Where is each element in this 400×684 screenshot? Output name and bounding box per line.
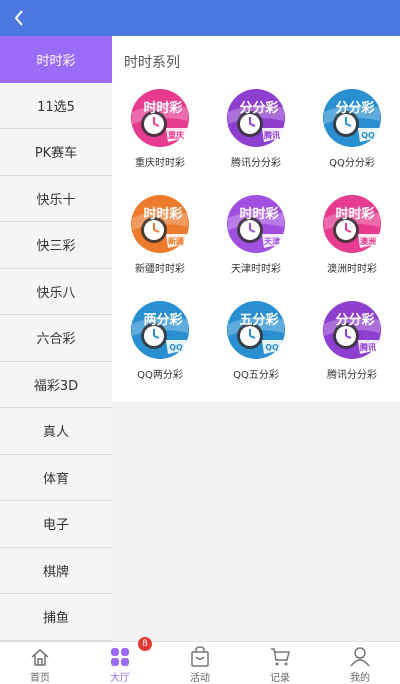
game-label: 新疆时时彩 [135, 264, 185, 275]
sidebar-item[interactable]: 棋牌 [0, 547, 112, 594]
icon-tag: 重庆 [168, 130, 184, 140]
bottom-tab-bar: 首页 大厅 活动 记录 我的 [0, 641, 400, 684]
lottery-clock-icon: 时时彩天津 [227, 195, 285, 253]
tab-label: 记录 [270, 673, 290, 684]
tab-label: 活动 [190, 673, 210, 684]
lottery-clock-icon: 五分彩 QQ [227, 301, 285, 359]
notification-badge: 8 [138, 637, 152, 651]
lottery-clock-icon: 两分彩 QQ [131, 301, 189, 359]
icon-title: 两分彩 [143, 312, 182, 328]
sidebar-item[interactable]: 六合彩 [0, 315, 112, 362]
game-label: QQ两分彩 [137, 370, 183, 381]
sidebar-item[interactable]: 时时彩 [0, 36, 112, 83]
lottery-clock-icon: 分分彩腾讯 [227, 89, 285, 147]
game-label: 天津时时彩 [231, 264, 281, 275]
tab-item[interactable]: 我的 [320, 642, 400, 684]
sidebar-item[interactable]: 福彩3D [0, 361, 112, 408]
game-panel: 时时系列 时时彩 重庆 重庆时时彩 分分彩 腾讯 腾讯分分彩 分分彩 QQ QQ分分彩 时时彩 新疆… [112, 36, 400, 402]
sidebar-item[interactable]: 电子 [0, 501, 112, 548]
grid-icon [111, 648, 129, 666]
top-bar [0, 0, 400, 36]
game-label: 腾讯分分彩 [231, 158, 281, 169]
game-tile[interactable]: 五分彩 QQ QQ五分彩 [208, 288, 304, 388]
icon-title: 五分彩 [239, 312, 278, 328]
icon-tag: 澳洲 [360, 236, 376, 246]
icon-title: 时时彩 [239, 206, 278, 222]
icon-tag: 新疆 [168, 236, 184, 246]
bag-icon [191, 646, 209, 667]
user-icon [350, 647, 370, 667]
icon-tag: 天津 [264, 236, 280, 246]
tab-item[interactable]: 记录 [240, 642, 320, 684]
game-label: QQ分分彩 [329, 158, 375, 169]
tab-item[interactable]: 活动 [160, 642, 240, 684]
lottery-clock-icon: 分分彩 QQ [323, 89, 381, 147]
cart-icon [271, 648, 290, 666]
tab-label: 大厅 [110, 673, 130, 684]
sidebar-item[interactable]: 真人 [0, 408, 112, 455]
tab-label: 首页 [30, 673, 50, 684]
icon-tag: QQ [169, 343, 183, 352]
icon-tag: QQ [361, 131, 375, 140]
icon-title: 时时彩 [143, 206, 182, 222]
home-icon [31, 649, 49, 666]
sidebar-item[interactable]: 11选5 [0, 82, 112, 129]
sidebar-item[interactable]: 快乐八 [0, 268, 112, 315]
sidebar-item[interactable]: PK赛车 [0, 129, 112, 176]
section-title: 时时系列 [124, 55, 180, 71]
game-tile[interactable]: 两分彩 QQ QQ两分彩 [112, 288, 208, 388]
game-tile[interactable]: 时时彩 新疆 新疆时时彩 [112, 182, 208, 282]
game-label: 澳洲时时彩 [327, 264, 377, 275]
game-label: 重庆时时彩 [135, 158, 185, 169]
icon-tag: QQ [265, 343, 279, 352]
lottery-clock-icon: 时时彩重庆 [131, 89, 189, 147]
sidebar-item[interactable]: 快乐十 [0, 175, 112, 222]
game-tile[interactable]: 分分彩 QQ QQ分分彩 [304, 76, 400, 176]
sidebar-item[interactable]: 体育 [0, 454, 112, 501]
sidebar-item[interactable]: 捕鱼 [0, 594, 112, 641]
icon-tag: 腾讯 [263, 130, 280, 140]
back-arrow-icon[interactable] [8, 6, 32, 30]
tab-item[interactable]: 首页 [0, 642, 80, 684]
sidebar-item[interactable]: 快三彩 [0, 222, 112, 269]
game-label: 腾讯分分彩 [327, 370, 377, 381]
game-tile[interactable]: 时时彩 澳洲 澳洲时时彩 [304, 182, 400, 282]
game-tile[interactable]: 分分彩 腾讯 腾讯分分彩 [208, 76, 304, 176]
icon-title: 分分彩 [335, 100, 374, 116]
category-sidebar: 时时彩 11选5 PK赛车 快乐十 快三彩 快乐八 六合彩 福彩3D 真人 体育 电子 棋牌 捕鱼 [0, 36, 112, 641]
icon-tag: 腾讯 [359, 342, 376, 352]
game-tile[interactable]: 分分彩 腾讯 腾讯分分彩 [304, 288, 400, 388]
lottery-clock-icon: 分分彩腾讯 [323, 301, 381, 359]
lottery-clock-icon: 时时彩澳洲 [323, 195, 381, 253]
game-tile[interactable]: 时时彩 重庆 重庆时时彩 [112, 76, 208, 176]
icon-title: 时时彩 [143, 100, 182, 116]
icon-title: 时时彩 [335, 206, 374, 222]
tab-label: 我的 [350, 673, 370, 684]
icon-title: 分分彩 [239, 100, 278, 116]
game-label: QQ五分彩 [233, 370, 279, 381]
lottery-clock-icon: 时时彩新疆 [131, 195, 189, 253]
icon-title: 分分彩 [335, 312, 374, 328]
game-tile[interactable]: 时时彩 天津 天津时时彩 [208, 182, 304, 282]
